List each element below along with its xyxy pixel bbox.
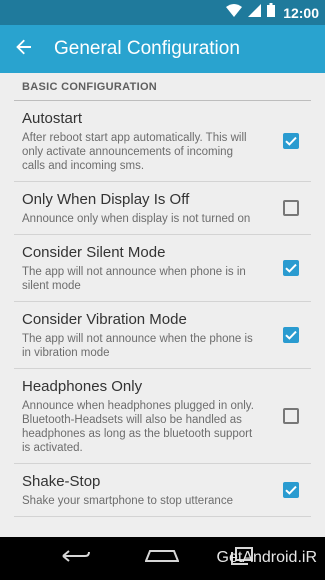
signal-icon [248, 3, 262, 22]
setting-summary: Announce only when display is not turned… [22, 213, 251, 225]
vibration-mode-checkbox[interactable] [283, 327, 299, 343]
battery-icon [267, 3, 276, 22]
setting-headphones-only[interactable]: Headphones Only Announce when headphones… [14, 369, 311, 464]
setting-autostart[interactable]: Autostart After reboot start app automat… [14, 101, 311, 182]
watermark-text: GetAndroid.iR [216, 549, 318, 566]
back-icon [61, 548, 91, 569]
setting-summary: Shake your smartphone to stop utterance [22, 495, 233, 507]
setting-only-when-display-off[interactable]: Only When Display Is Off Announce only w… [14, 182, 311, 235]
app-bar: General Configuration [0, 25, 325, 73]
setting-title: Shake-Stop [22, 473, 101, 490]
setting-summary: Announce when headphones plugged in only… [22, 400, 254, 454]
setting-summary: The app will not announce when phone is … [22, 266, 246, 292]
settings-list[interactable]: BASIC CONFIGURATION Autostart After rebo… [0, 73, 325, 537]
navigation-bar: GetAndroid.iR [0, 537, 325, 580]
setting-title: Consider Silent Mode [22, 244, 166, 261]
setting-summary: The app will not announce when the phone… [22, 333, 253, 359]
autostart-checkbox[interactable] [283, 133, 299, 149]
setting-title: Headphones Only [22, 378, 143, 395]
status-time: 12:00 [283, 4, 319, 21]
display-off-checkbox[interactable] [283, 200, 299, 216]
setting-title: Consider Vibration Mode [22, 311, 187, 328]
shake-stop-checkbox[interactable] [283, 482, 299, 498]
silent-mode-checkbox[interactable] [283, 260, 299, 276]
back-button[interactable] [0, 25, 48, 73]
status-bar: 12:00 [0, 0, 325, 25]
nav-back-button[interactable] [48, 537, 104, 580]
wifi-icon [226, 3, 243, 22]
setting-title: Autostart [22, 110, 83, 127]
section-header: BASIC CONFIGURATION [14, 73, 311, 101]
status-icons: 12:00 [226, 0, 319, 25]
setting-consider-silent-mode[interactable]: Consider Silent Mode The app will not an… [14, 235, 311, 302]
setting-summary: After reboot start app automatically. Th… [22, 132, 247, 172]
page-title: General Configuration [54, 38, 240, 59]
setting-title: Only When Display Is Off [22, 191, 190, 208]
headphones-checkbox[interactable] [283, 408, 299, 424]
home-icon [144, 549, 180, 568]
setting-consider-vibration-mode[interactable]: Consider Vibration Mode The app will not… [14, 302, 311, 369]
setting-shake-stop[interactable]: Shake-Stop Shake your smartphone to stop… [14, 464, 311, 517]
arrow-back-icon [16, 39, 32, 60]
nav-home-button[interactable] [134, 537, 190, 580]
